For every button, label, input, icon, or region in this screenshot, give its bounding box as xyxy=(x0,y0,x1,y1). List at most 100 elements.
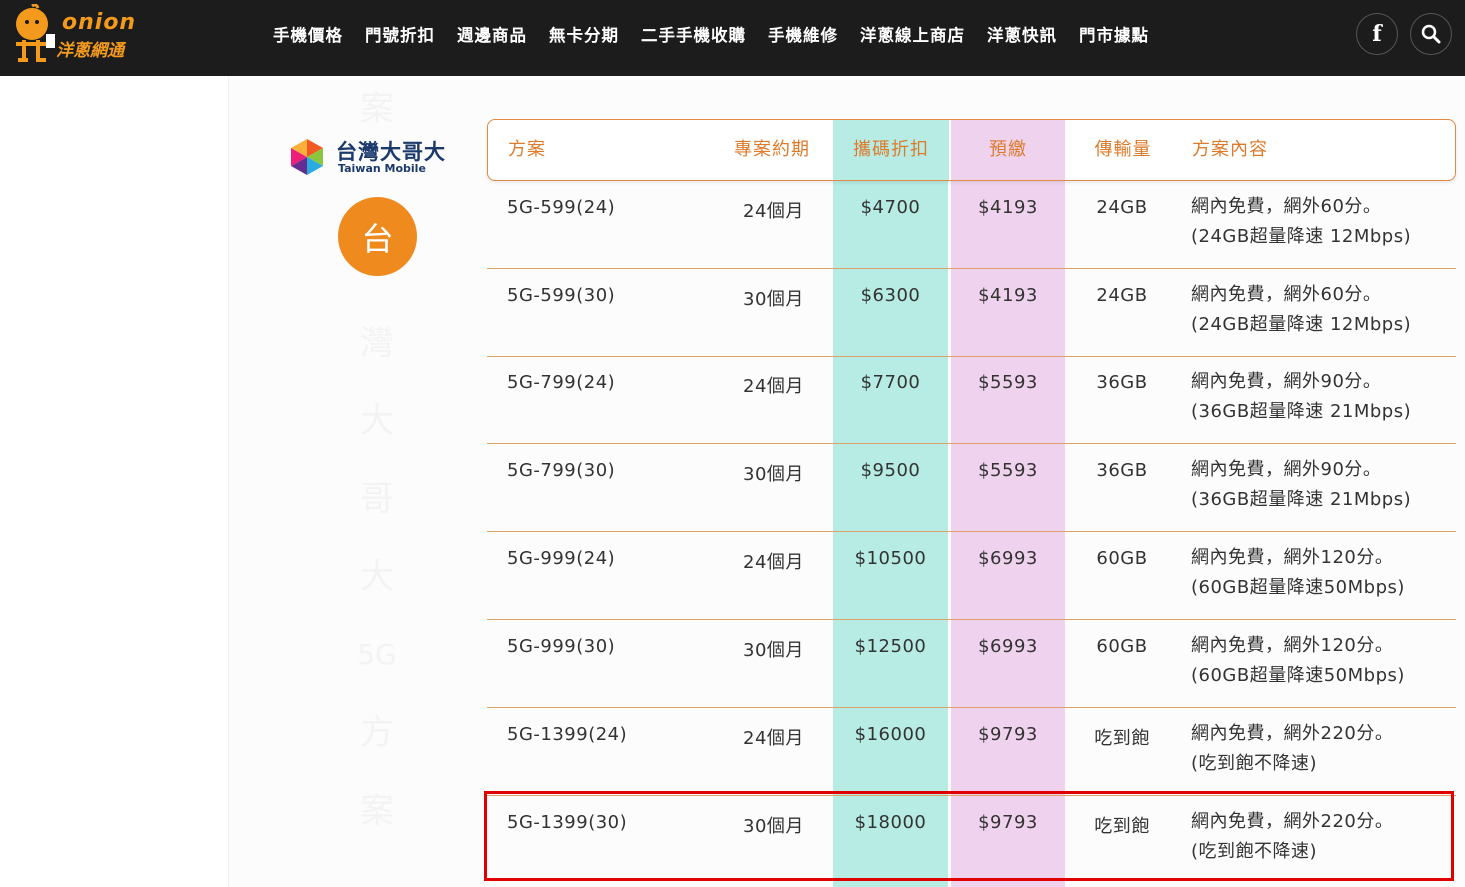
carrier-logo: 台灣大哥大 Taiwan Mobile xyxy=(288,136,458,180)
description-line-1: 網內免費，網外60分。 xyxy=(1191,196,1382,217)
data-cell: 24GB xyxy=(1096,285,1148,306)
vertical-char: 大 xyxy=(360,557,394,597)
table-row: 5G-599(30) 30個月 $6300 $4193 24GB 網內免費，網外60分。 (… xyxy=(487,269,1456,357)
table-row: 5G-799(30) 30個月 $9500 $5593 36GB 網內免費，網外90分。 (… xyxy=(487,444,1456,532)
description-line-1: 網內免費，網外60分。 xyxy=(1191,284,1382,305)
nav-item-accessories[interactable]: 週邊商品 xyxy=(446,22,538,46)
description-line-2: (60GB超量降速50Mbps) xyxy=(1191,665,1405,686)
description-line-2: (60GB超量降速50Mbps) xyxy=(1191,577,1405,598)
main-nav: 手機價格 門號折扣 週邊商品 無卡分期 二手手機收購 手機維修 洋蔥線上商店 洋… xyxy=(262,22,1160,46)
term-cell: 24個月 xyxy=(743,552,804,573)
description-line-1: 網內免費，網外220分。 xyxy=(1191,723,1394,744)
description-line-2: (吃到飽不降速) xyxy=(1191,753,1318,774)
plan-cell: 5G-999(24) xyxy=(507,548,616,569)
discount-cell: $12500 xyxy=(854,636,927,657)
nav-item-online-store[interactable]: 洋蔥線上商店 xyxy=(849,22,976,46)
description-line-2: (36GB超量降速 21Mbps) xyxy=(1191,489,1412,510)
discount-cell: $6300 xyxy=(860,285,921,306)
vertical-char: 5G xyxy=(357,638,397,671)
facebook-icon[interactable]: f xyxy=(1356,13,1398,55)
header-data: 傳輸量 xyxy=(1094,139,1152,160)
prepay-cell: $5593 xyxy=(978,372,1038,393)
description-cell: 網內免費，網外220分。 (吃到飽不降速) xyxy=(1191,719,1393,779)
top-navigation-bar: onion 洋蔥網通 手機價格 門號折扣 週邊商品 無卡分期 二手手機收購 手機… xyxy=(0,0,1465,76)
term-cell: 24個月 xyxy=(743,728,804,749)
plan-cell: 5G-599(30) xyxy=(507,285,616,306)
table-row: 5G-999(30) 30個月 $12500 $6993 60GB 網內免費，網外120分… xyxy=(487,620,1456,708)
discount-cell: $16000 xyxy=(854,724,927,745)
description-cell: 網內免費，網外60分。 (24GB超量降速 12Mbps) xyxy=(1191,280,1411,340)
vertical-char: 哥 xyxy=(360,479,394,519)
prepay-cell: $6993 xyxy=(978,636,1038,657)
table-row: 5G-799(24) 24個月 $7700 $5593 36GB 網內免費，網外90分。 (… xyxy=(487,356,1456,444)
carrier-name-en: Taiwan Mobile xyxy=(338,162,426,175)
nav-item-number-discounts[interactable]: 門號折扣 xyxy=(354,22,446,46)
nav-item-phone-repair[interactable]: 手機維修 xyxy=(757,22,849,46)
description-line-1: 網內免費，網外90分。 xyxy=(1191,371,1382,392)
table-row: 5G-1399(24) 24個月 $16000 $9793 吃到飽 網內免費，網外220分… xyxy=(487,708,1456,796)
facebook-glyph: f xyxy=(1372,21,1382,47)
vertical-char: 案 xyxy=(360,791,394,831)
prepay-cell: $6993 xyxy=(978,548,1038,569)
data-cell: 60GB xyxy=(1096,548,1148,569)
discount-cell: $10500 xyxy=(854,548,927,569)
vertical-char: 大 xyxy=(360,401,394,441)
taiwan-mobile-logo-icon xyxy=(291,139,323,175)
description-line-2: (36GB超量降速 21Mbps) xyxy=(1191,401,1412,422)
nav-item-used-phone-buyback[interactable]: 二手手機收購 xyxy=(630,22,757,46)
vertical-char: 灣 xyxy=(360,323,394,363)
prepay-cell: $9793 xyxy=(978,724,1038,745)
prepay-cell: $5593 xyxy=(978,460,1038,481)
description-line-1: 網內免費，網外120分。 xyxy=(1191,635,1394,656)
description-cell: 網內免費，網外90分。 (36GB超量降速 21Mbps) xyxy=(1191,367,1411,427)
data-cell: 36GB xyxy=(1096,460,1148,481)
onion-mascot-icon xyxy=(16,4,55,62)
plan-cell: 5G-799(24) xyxy=(507,372,616,393)
table-header: 方案 專案約期 攜碼折扣 預繳 傳輸量 方案內容 xyxy=(487,119,1456,181)
term-cell: 24個月 xyxy=(743,376,804,397)
nav-item-news[interactable]: 洋蔥快訊 xyxy=(976,22,1068,46)
vertical-char: 方 xyxy=(360,713,394,753)
description-cell: 網內免費，網外120分。 (60GB超量降速50Mbps) xyxy=(1191,631,1405,691)
description-line-1: 網內免費，網外120分。 xyxy=(1191,547,1394,568)
term-cell: 30個月 xyxy=(743,640,804,661)
term-cell: 30個月 xyxy=(743,289,804,310)
plan-cell: 5G-1399(24) xyxy=(507,724,628,745)
discount-cell: $4700 xyxy=(860,197,921,218)
data-cell: 36GB xyxy=(1096,372,1148,393)
header-plan: 方案 xyxy=(508,139,546,160)
table-row: 5G-599(24) 24個月 $4700 $4193 24GB 網內免費，網外60分。 (… xyxy=(487,181,1456,269)
prepay-cell: $4193 xyxy=(978,197,1038,218)
description-line-2: (24GB超量降速 12Mbps) xyxy=(1191,226,1412,247)
site-logo[interactable]: onion 洋蔥網通 xyxy=(10,4,140,66)
nav-item-store-locations[interactable]: 門市據點 xyxy=(1068,22,1160,46)
header-prepay: 預繳 xyxy=(951,120,1065,180)
description-cell: 網內免費，網外60分。 (24GB超量降速 12Mbps) xyxy=(1191,192,1411,252)
discount-cell: $7700 xyxy=(860,372,921,393)
data-cell: 60GB xyxy=(1096,636,1148,657)
discount-cell: $9500 xyxy=(860,460,921,481)
magnifier-glyph xyxy=(1421,24,1441,44)
search-icon[interactable] xyxy=(1410,13,1452,55)
description-cell: 網內免費，網外120分。 (60GB超量降速50Mbps) xyxy=(1191,543,1405,603)
plan-cell: 5G-999(30) xyxy=(507,636,616,657)
carrier-badge: 台 xyxy=(338,197,417,276)
plan-cell: 5G-799(30) xyxy=(507,460,616,481)
header-term: 專案約期 xyxy=(734,139,810,160)
description-line-1: 網內免費，網外90分。 xyxy=(1191,459,1382,480)
data-cell: 吃到飽 xyxy=(1094,728,1150,749)
plan-cell: 5G-599(24) xyxy=(507,197,616,218)
table-row: 5G-999(24) 24個月 $10500 $6993 60GB 網內免費，網外120分… xyxy=(487,532,1456,620)
highlight-box xyxy=(484,791,1454,881)
nav-item-cardless-installments[interactable]: 無卡分期 xyxy=(538,22,630,46)
term-cell: 30個月 xyxy=(743,464,804,485)
data-cell: 24GB xyxy=(1096,197,1148,218)
vertical-watermark-title: 案 案 案 灣 大 哥 大 5G 方 案 xyxy=(356,70,398,850)
header-description: 方案內容 xyxy=(1192,139,1268,160)
term-cell: 24個月 xyxy=(743,201,804,222)
header-discount: 攜碼折扣 xyxy=(833,120,949,180)
prepay-cell: $4193 xyxy=(978,285,1038,306)
logo-subtitle: 洋蔥網通 xyxy=(56,41,124,61)
logo-wordmark: onion xyxy=(62,10,137,35)
nav-item-phone-prices[interactable]: 手機價格 xyxy=(262,22,354,46)
